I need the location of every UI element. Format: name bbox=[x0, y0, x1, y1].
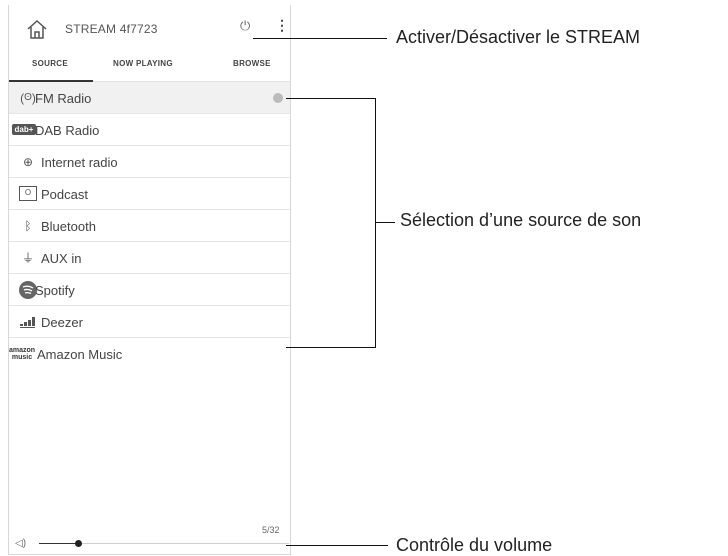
source-item-aux-in[interactable]: ⏚ AUX in bbox=[9, 242, 290, 274]
source-label: Amazon Music bbox=[37, 347, 123, 362]
device-title: STREAM 4f7723 bbox=[65, 22, 158, 36]
source-item-spotify[interactable]: Spotify bbox=[9, 274, 290, 306]
callout-bracket-bottom bbox=[286, 347, 376, 348]
source-label: FM Radio bbox=[35, 91, 92, 106]
volume-fill bbox=[39, 543, 78, 544]
app-screen: STREAM 4f7723 ⏻ ⋮ SOURCE NOW PLAYING BRO… bbox=[8, 5, 291, 555]
callout-volume: Contrôle du volume bbox=[396, 535, 553, 555]
deezer-icon bbox=[13, 312, 43, 331]
top-bar: STREAM 4f7723 ⏻ ⋮ bbox=[9, 5, 290, 49]
callout-line-power bbox=[253, 38, 387, 39]
more-menu-icon[interactable]: ⋮ bbox=[275, 17, 289, 34]
volume-slider-handle[interactable] bbox=[75, 540, 82, 547]
source-label: Deezer bbox=[41, 315, 83, 330]
source-item-fm-radio[interactable]: (ʘ) FM Radio bbox=[9, 82, 290, 114]
source-list: (ʘ) FM Radio dab+ DAB Radio ⊕ Internet r… bbox=[9, 82, 290, 369]
power-icon[interactable]: ⏻ bbox=[240, 18, 250, 34]
callout-bracket-vertical bbox=[375, 98, 376, 348]
selected-indicator-icon bbox=[273, 93, 283, 103]
source-item-internet-radio[interactable]: ⊕ Internet radio bbox=[9, 146, 290, 178]
source-label: AUX in bbox=[41, 251, 82, 266]
speaker-icon: ◁) bbox=[15, 538, 27, 549]
home-icon[interactable] bbox=[26, 19, 48, 39]
callout-bracket-tick bbox=[375, 222, 395, 223]
source-label: Podcast bbox=[41, 187, 88, 202]
globe-icon: ⊕ bbox=[22, 154, 34, 169]
callout-bracket-top bbox=[286, 98, 376, 99]
source-item-amazon-music[interactable]: amazon music Amazon Music bbox=[9, 338, 290, 369]
source-item-dab-radio[interactable]: dab+ DAB Radio bbox=[9, 114, 290, 146]
volume-control: ◁) 5/32 bbox=[9, 525, 292, 555]
callout-power: Activer/Désactiver le STREAM bbox=[396, 27, 641, 47]
tab-source[interactable]: SOURCE bbox=[9, 59, 91, 68]
podcast-icon: O bbox=[13, 184, 43, 203]
source-label: DAB Radio bbox=[35, 123, 100, 138]
aux-plug-icon: ⏚ bbox=[21, 251, 34, 265]
volume-count: 5/32 bbox=[262, 525, 280, 535]
amazon-music-icon: amazon music bbox=[8, 346, 36, 361]
callout-line-volume bbox=[286, 545, 388, 546]
bluetooth-icon: ᛒ bbox=[24, 218, 32, 233]
tab-bar: SOURCE NOW PLAYING BROWSE bbox=[9, 49, 290, 82]
source-label: Spotify bbox=[35, 283, 75, 298]
source-label: Bluetooth bbox=[41, 219, 96, 234]
tab-now-playing[interactable]: NOW PLAYING bbox=[113, 59, 173, 68]
source-item-bluetooth[interactable]: ᛒ Bluetooth bbox=[9, 210, 290, 242]
source-item-deezer[interactable]: Deezer bbox=[9, 306, 290, 338]
source-label: Internet radio bbox=[41, 155, 118, 170]
source-item-podcast[interactable]: O Podcast bbox=[9, 178, 290, 210]
callout-source: Sélection d’une source de son bbox=[400, 210, 642, 230]
tab-browse[interactable]: BROWSE bbox=[233, 59, 271, 68]
